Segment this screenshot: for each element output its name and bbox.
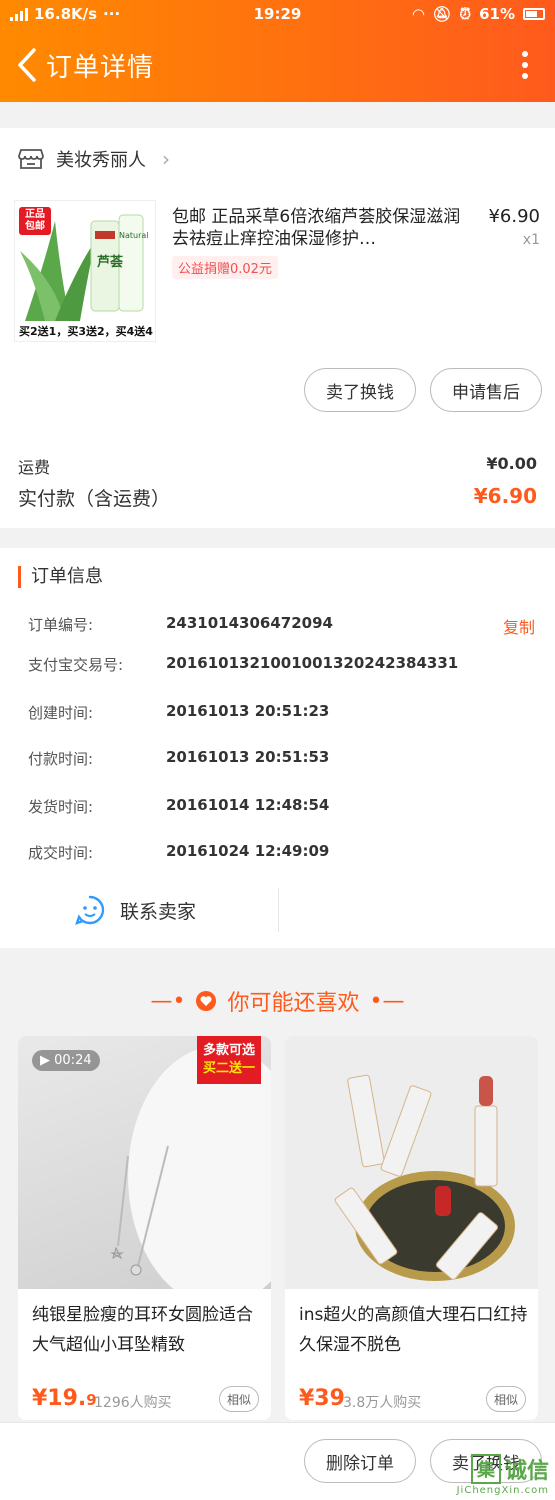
info-key: 支付宝交易号:	[28, 656, 124, 674]
product-title[interactable]: 包邮 正品采草6倍浓缩芦荟胶保湿滋润去祛痘止痒控油保湿修护…	[172, 206, 474, 250]
recommend-title: —• 你可能还喜欢 •—	[0, 985, 555, 1017]
status-right: ◠ 🔕︎ ⏰︎ 61%	[345, 5, 545, 23]
promo-line2: 买二送一	[202, 1061, 255, 1076]
product-price: ¥6.90	[488, 206, 540, 227]
status-left: 16.8K/s ···	[10, 5, 210, 23]
recommend-item-price: ¥39	[299, 1386, 345, 1411]
recommend-item-sold: 1296人购买	[94, 1395, 172, 1411]
recommend-item-image[interactable]	[285, 1036, 538, 1289]
status-dots: ···	[103, 5, 121, 23]
alarm-icon: ⏰︎	[459, 5, 472, 23]
watermark-top: 集 诚信	[470, 1453, 549, 1485]
sell-for-cash-button[interactable]: 卖了换钱	[304, 368, 416, 412]
shipping-label: 运费	[18, 458, 51, 477]
shop-name: 美妆秀丽人	[56, 150, 146, 171]
promo-badge: 多款可选 买二送一	[197, 1036, 261, 1084]
video-duration: 00:24	[54, 1053, 92, 1068]
watermark-box: 集	[470, 1454, 501, 1484]
signal-icon	[10, 7, 28, 21]
headset-icon: ◠	[412, 5, 425, 23]
battery-icon	[523, 8, 545, 20]
product-quantity: x1	[522, 232, 540, 248]
paid-value: ¥6.90	[473, 484, 537, 508]
info-key: 订单编号:	[28, 616, 94, 634]
info-row-order-number: 订单编号: 2431014306472094	[28, 614, 333, 635]
info-value: 20161024 12:49:09	[166, 842, 330, 860]
product-image-caption: 买2送1，买3送2，买4送4	[19, 325, 153, 338]
chat-smile-icon	[75, 895, 105, 925]
clock: 19:29	[253, 5, 302, 23]
right-dash-icon: •—	[369, 988, 405, 1014]
info-row-completed-time: 成交时间: 20161024 12:49:09	[28, 842, 329, 863]
chevron-right-icon: ›	[162, 147, 170, 171]
order-info-title: 订单信息	[18, 566, 103, 588]
info-key: 付款时间:	[28, 750, 94, 768]
recommend-item[interactable]: ins超火的高颜值大理石口红持久保湿不脱色 ¥39 3.8万人购买 相似	[285, 1036, 538, 1420]
info-row-shipped-time: 发货时间: 20161014 12:48:54	[28, 796, 329, 817]
promo-line1: 多款可选	[202, 1043, 255, 1058]
copy-button[interactable]: 复制	[503, 614, 535, 638]
page-title: 订单详情	[46, 52, 155, 83]
battery-level: 61%	[479, 5, 515, 23]
product-image-brand: 芦荟	[97, 255, 124, 270]
similar-button[interactable]: 相似	[219, 1386, 259, 1412]
similar-button[interactable]: 相似	[486, 1386, 526, 1412]
recommend-item-name: ins超火的高颜值大理石口红持久保湿不脱色	[299, 1305, 528, 1355]
info-row-alipay-number: 支付宝交易号: 2016101321001001320242384331	[28, 654, 458, 675]
shop-icon	[18, 149, 44, 169]
price-main: ¥19.	[32, 1386, 87, 1411]
header: 16.8K/s ··· 19:29 ◠ 🔕︎ ⏰︎ 61% 订单详情	[0, 0, 555, 102]
recommend-title-text: 你可能还喜欢	[227, 991, 360, 1016]
recommend-item-name: 纯银星脸瘦的耳环女圆脸适合大气超仙小耳坠精致	[32, 1305, 253, 1355]
paid-label: 实付款（含运费）	[18, 488, 171, 510]
heart-icon	[196, 991, 217, 1011]
divider	[278, 888, 279, 932]
info-row-created-time: 创建时间: 20161013 20:51:23	[28, 702, 329, 723]
recommend-item-image[interactable]: ▶ 00:24 多款可选 买二送一	[18, 1036, 271, 1306]
info-key: 发货时间:	[28, 798, 94, 816]
info-value: 20161013 20:51:23	[166, 702, 330, 720]
video-duration-badge: ▶ 00:24	[32, 1050, 100, 1071]
info-row-paid-time: 付款时间: 20161013 20:51:53	[28, 748, 329, 769]
delete-order-button[interactable]: 删除订单	[304, 1439, 416, 1483]
back-arrow-icon[interactable]	[10, 43, 44, 87]
watermark-logo: 集 诚信 JiChengXin.com	[457, 1453, 549, 1496]
lipstick-illustration	[334, 1074, 515, 1281]
info-value: 2431014306472094	[166, 614, 333, 632]
product-image-brand-en: Natural	[119, 231, 149, 240]
order-card: 美妆秀丽人 › 正品包邮 芦荟 Natural 买2送1，买3送2，买4送4 包…	[0, 128, 555, 528]
info-value: 20161013 20:51:53	[166, 748, 330, 766]
order-info-card: 订单信息 复制 订单编号: 2431014306472094 支付宝交易号: 2…	[0, 548, 555, 948]
shop-row[interactable]: 美妆秀丽人 ›	[18, 146, 170, 172]
recommend-item[interactable]: ▶ 00:24 多款可选 买二送一 纯银星脸瘦的耳环女圆脸适合大气超仙小耳坠精致…	[18, 1036, 271, 1420]
watermark-sub: JiChengXin.com	[456, 1485, 549, 1496]
bottom-action-bar: 删除订单 卖了换钱 集 诚信 JiChengXin.com	[0, 1422, 555, 1500]
recommend-item-price: ¥19.9	[32, 1386, 97, 1411]
shipping-value: ¥0.00	[486, 454, 537, 473]
info-key: 创建时间:	[28, 704, 94, 722]
watermark-text: 诚信	[504, 1459, 549, 1484]
charity-badge: 公益捐赠0.02元	[172, 256, 278, 279]
contact-seller-button[interactable]: 联系卖家	[74, 894, 196, 926]
product-image-badge: 正品包邮	[19, 207, 51, 235]
bell-off-icon: 🔕︎	[432, 5, 452, 23]
nav-bar: 订单详情	[0, 28, 555, 102]
left-dash-icon: —•	[150, 988, 186, 1014]
product-image[interactable]: 正品包邮 芦荟 Natural 买2送1，买3送2，买4送4	[14, 200, 156, 342]
apply-after-sale-button[interactable]: 申请售后	[430, 368, 542, 412]
network-speed: 16.8K/s	[34, 5, 98, 23]
info-value: 2016101321001001320242384331	[166, 654, 459, 672]
more-options-icon[interactable]	[505, 43, 545, 87]
status-bar: 16.8K/s ··· 19:29 ◠ 🔕︎ ⏰︎ 61%	[0, 0, 555, 28]
contact-seller-label: 联系卖家	[120, 900, 197, 923]
recommend-item-sold: 3.8万人购买	[343, 1395, 422, 1411]
info-value: 20161014 12:48:54	[166, 796, 330, 814]
info-key: 成交时间:	[28, 844, 94, 862]
